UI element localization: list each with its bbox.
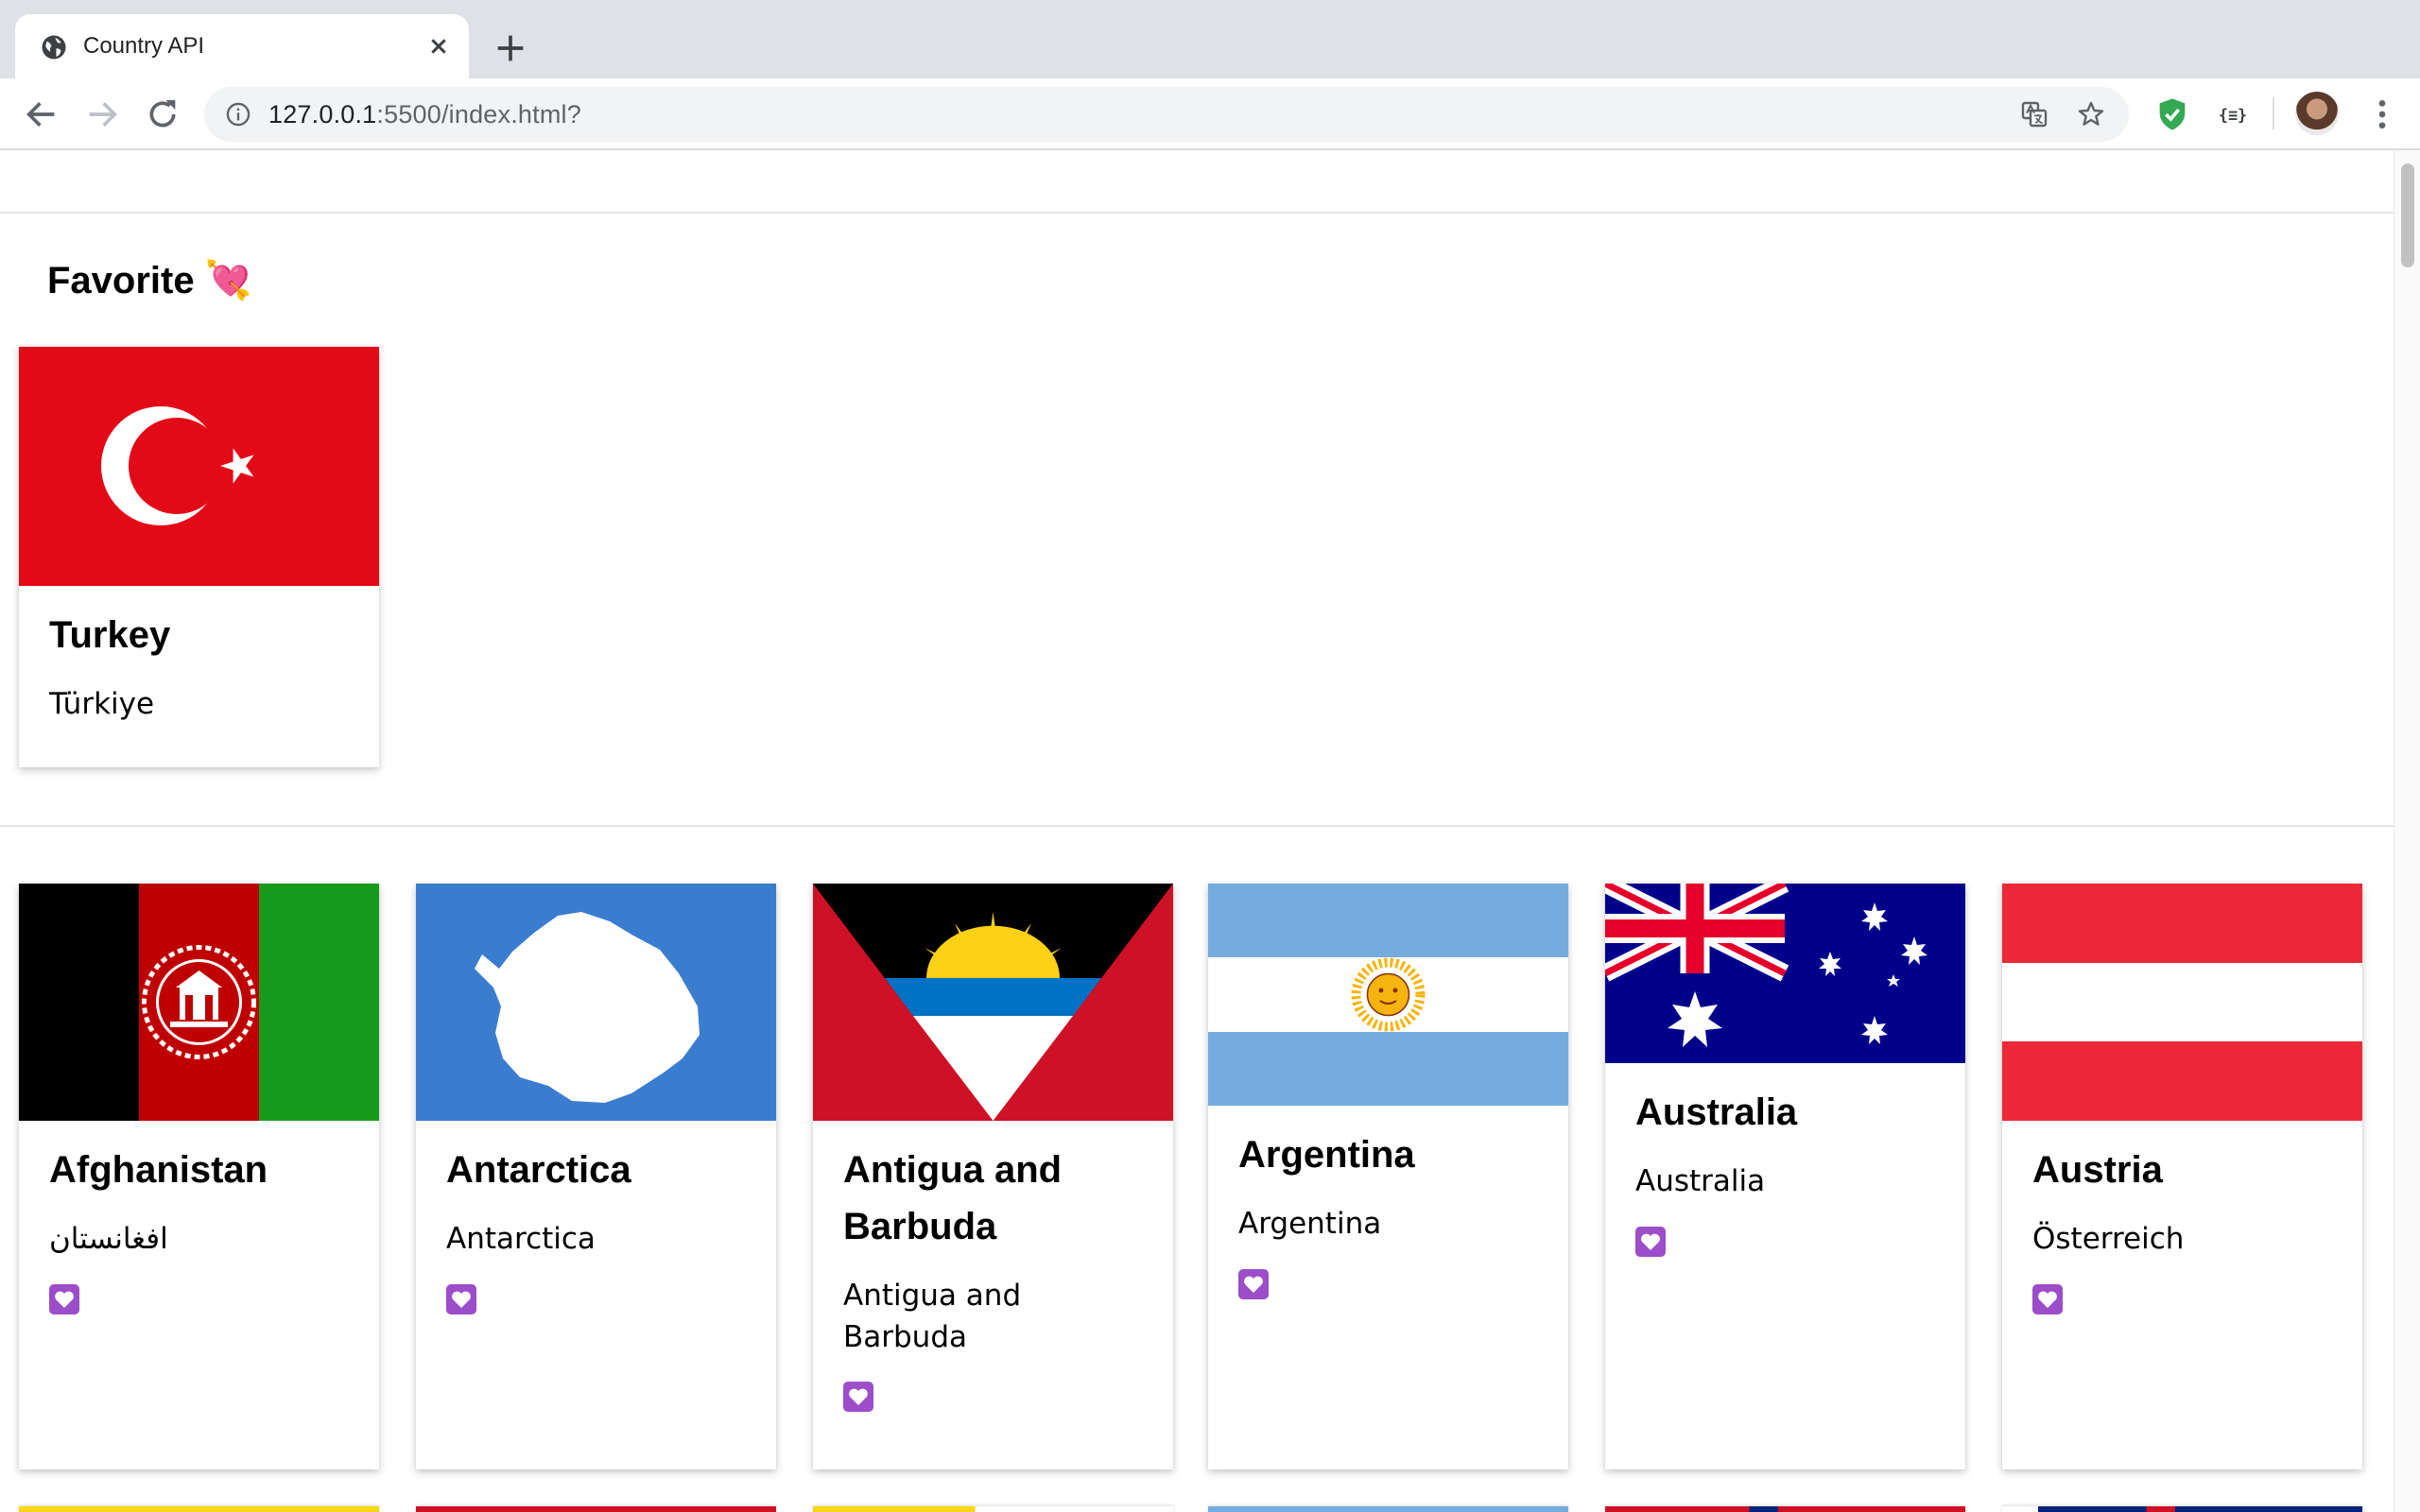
tab-title: Country API bbox=[83, 33, 205, 59]
heart-icon[interactable] bbox=[1635, 1227, 1666, 1257]
next-row-card-peek bbox=[1605, 1506, 1965, 1512]
info-icon[interactable] bbox=[225, 101, 251, 128]
country-native-name: افغانستان bbox=[49, 1222, 168, 1256]
url-text: 127.0.0.1:5500/index.html? bbox=[268, 98, 581, 130]
country-card-antarctica[interactable]: Antarctica Antarctica bbox=[416, 884, 776, 1469]
country-name: Turkey bbox=[49, 614, 171, 656]
browser-tab[interactable]: Country API bbox=[15, 14, 469, 78]
next-row-card-peek bbox=[416, 1506, 776, 1512]
country-card-afghanistan[interactable]: Afghanistan افغانستان bbox=[19, 884, 379, 1469]
url-path: :5500/index.html? bbox=[376, 100, 581, 129]
country-name: Antigua and Barbuda bbox=[843, 1149, 1063, 1247]
profile-avatar[interactable] bbox=[2295, 92, 2339, 135]
country-card-antigua-and-barbuda[interactable]: Antigua and Barbuda Antigua and Barbuda bbox=[813, 884, 1173, 1469]
country-card-australia[interactable]: Australia Australia bbox=[1605, 884, 1965, 1469]
country-native-name: Argentina bbox=[1238, 1207, 1382, 1241]
country-native-name: Australia bbox=[1635, 1164, 1766, 1198]
country-card-argentina[interactable]: Argentina Argentina bbox=[1208, 884, 1568, 1469]
toolbar-separator bbox=[2273, 97, 2274, 129]
country-name: Afghanistan bbox=[49, 1149, 268, 1191]
forward-arrow-icon[interactable] bbox=[83, 95, 121, 133]
close-icon[interactable] bbox=[424, 31, 454, 61]
favorite-card-turkey[interactable]: Turkey Türkiye bbox=[19, 347, 379, 767]
country-name: Argentina bbox=[1238, 1134, 1415, 1176]
next-row-card-peek bbox=[19, 1506, 379, 1512]
country-name: Austria bbox=[2032, 1149, 2163, 1191]
country-native-name: Antarctica bbox=[446, 1222, 596, 1256]
json-extension-icon[interactable]: {≡} bbox=[2214, 95, 2252, 133]
url-host: 127.0.0.1 bbox=[268, 100, 377, 129]
next-row-card-peek bbox=[1208, 1506, 1568, 1512]
next-row-card-peek bbox=[2002, 1506, 2362, 1512]
star-icon[interactable] bbox=[2076, 99, 2106, 129]
country-native-name: Österreich bbox=[2032, 1222, 2185, 1256]
antigua-and-barbuda-flag bbox=[813, 884, 1173, 1121]
country-name: Australia bbox=[1635, 1091, 1798, 1133]
header-divider bbox=[0, 212, 2394, 214]
shield-icon[interactable] bbox=[2153, 95, 2191, 133]
argentina-flag bbox=[1208, 884, 1568, 1106]
svg-text:{≡}: {≡} bbox=[2219, 107, 2247, 125]
heart-icon[interactable] bbox=[49, 1284, 79, 1314]
afghanistan-flag bbox=[19, 884, 379, 1121]
back-arrow-icon[interactable] bbox=[23, 95, 60, 133]
next-row-card-peek bbox=[813, 1506, 1173, 1512]
browser-toolbar: 127.0.0.1:5500/index.html? {≡} bbox=[0, 78, 2420, 150]
australia-flag bbox=[1605, 884, 1965, 1063]
address-bar[interactable]: 127.0.0.1:5500/index.html? bbox=[204, 87, 2129, 142]
page-viewport: Favorite 💘 Turkey Türkiye Afghanistan اف… bbox=[0, 150, 2394, 1512]
plus-icon[interactable] bbox=[492, 29, 529, 67]
country-native-name: Türkiye bbox=[49, 687, 155, 721]
reload-icon[interactable] bbox=[144, 95, 182, 133]
austria-flag bbox=[2002, 884, 2362, 1121]
country-name: Antarctica bbox=[446, 1149, 631, 1191]
vertical-scrollbar[interactable] bbox=[2394, 150, 2420, 1512]
more-menu-icon[interactable] bbox=[2363, 95, 2401, 133]
globe-icon bbox=[42, 35, 66, 60]
favorites-heading: Favorite 💘 bbox=[47, 260, 252, 301]
heart-icon[interactable] bbox=[2032, 1284, 2063, 1314]
section-divider bbox=[0, 825, 2394, 827]
heart-icon[interactable] bbox=[843, 1382, 873, 1412]
country-native-name: Antigua and Barbuda bbox=[843, 1279, 1022, 1354]
heart-icon[interactable] bbox=[1238, 1269, 1269, 1299]
country-card-austria[interactable]: Austria Österreich bbox=[2002, 884, 2362, 1469]
turkey-flag bbox=[19, 347, 379, 586]
scrollbar-thumb[interactable] bbox=[2401, 163, 2414, 267]
antarctica-flag bbox=[416, 884, 776, 1121]
translate-icon[interactable] bbox=[2019, 99, 2049, 129]
tab-strip: Country API bbox=[0, 0, 2420, 78]
heart-icon[interactable] bbox=[446, 1284, 476, 1314]
